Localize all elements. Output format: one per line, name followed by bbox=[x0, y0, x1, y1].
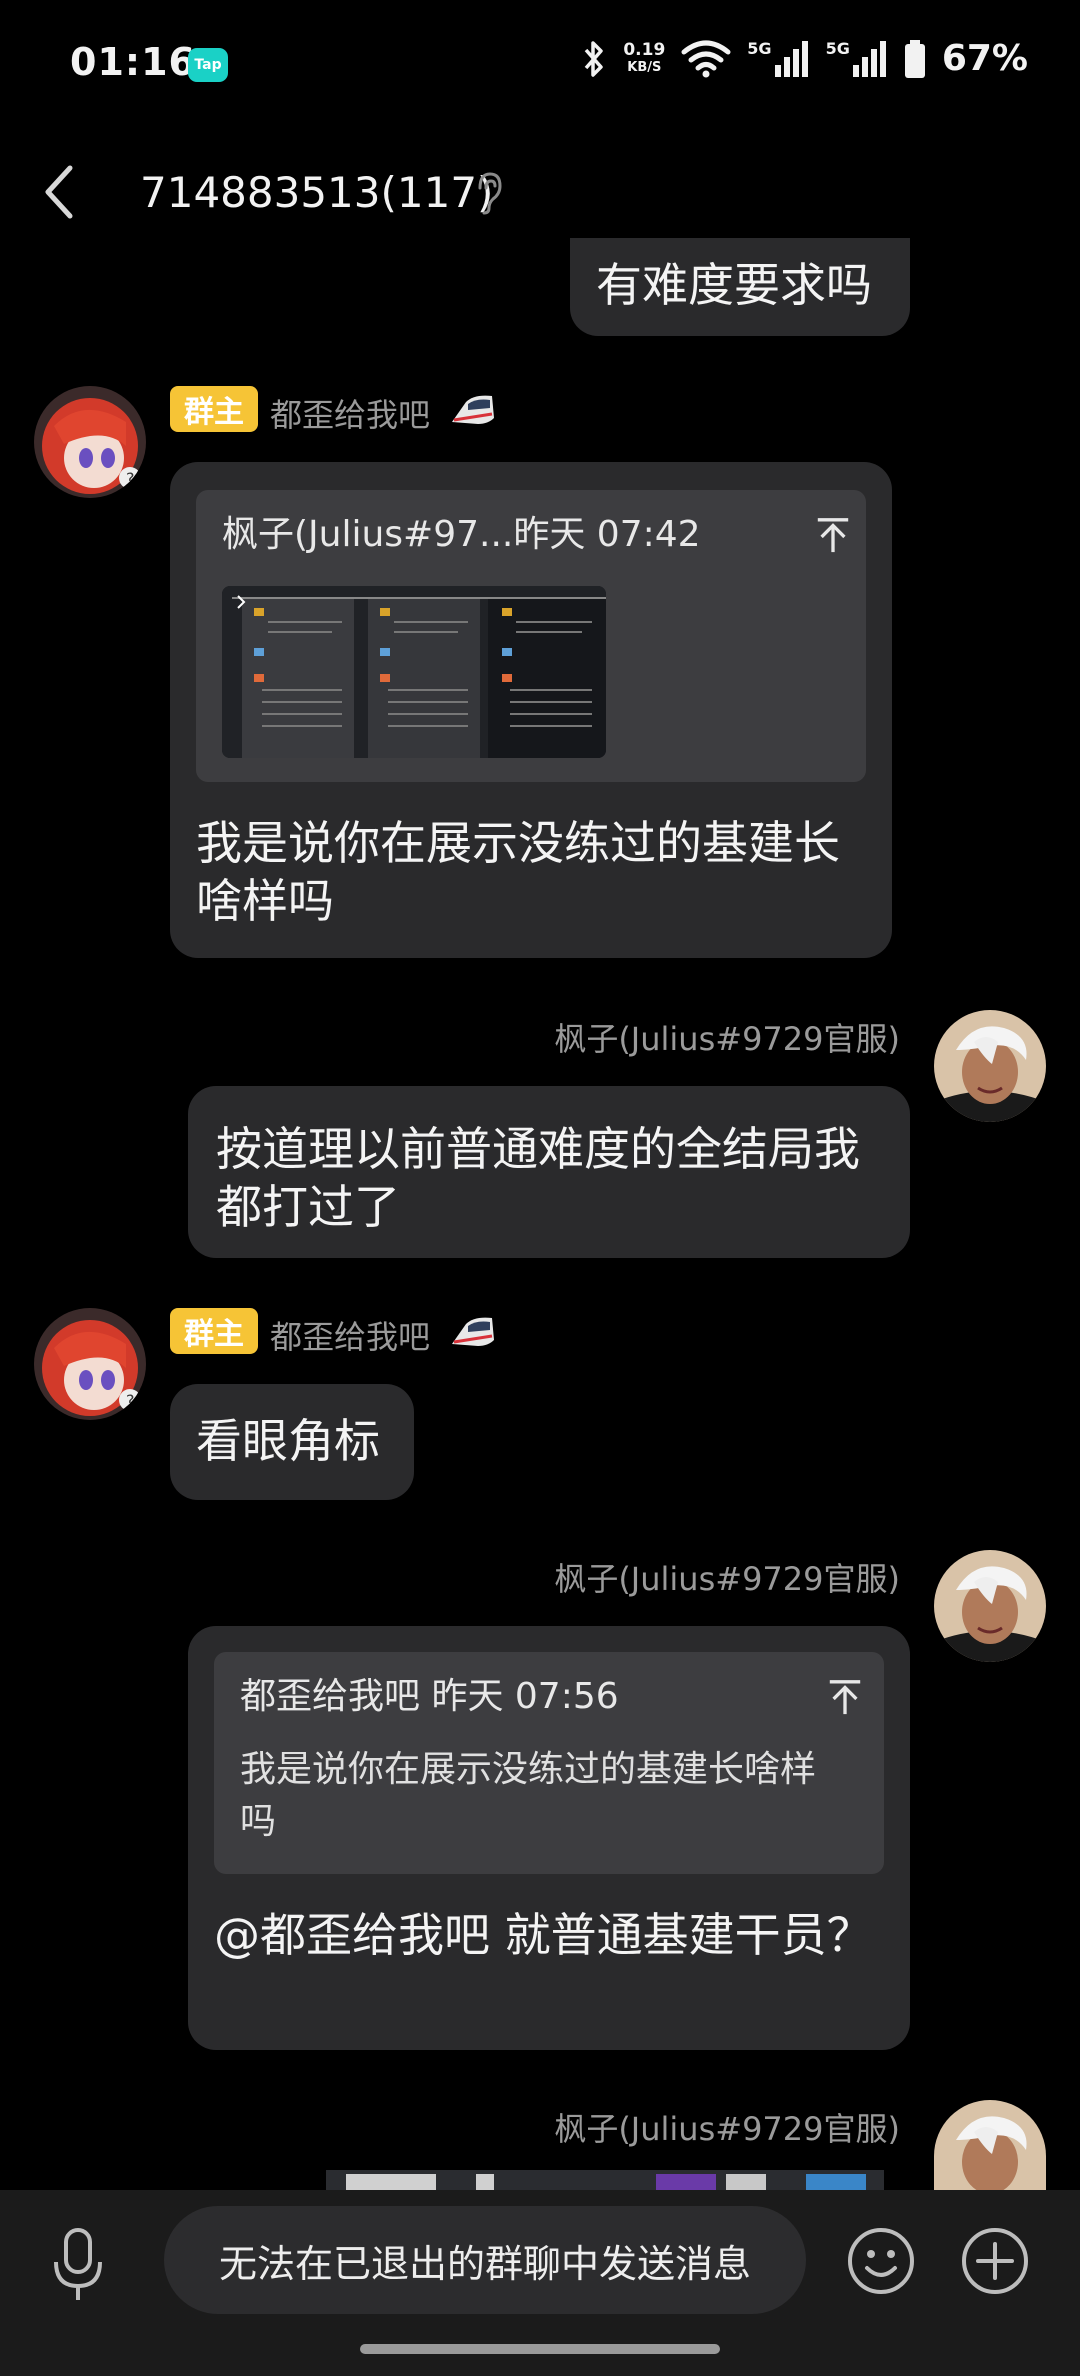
sender-name[interactable]: 枫子(Julius#9729官服) bbox=[554, 1014, 900, 1060]
net-speed-unit: KB/S bbox=[627, 59, 662, 75]
quote-header: 枫子(Julius#97...昨天 07:42 bbox=[222, 514, 701, 555]
avatar-image: ? bbox=[34, 1308, 146, 1420]
sender-name[interactable]: 枫子(Julius#9729官服) bbox=[554, 1554, 900, 1600]
message-bubble[interactable]: 有难度要求吗 bbox=[570, 238, 910, 336]
sender-name[interactable]: 枫子(Julius#9729官服) bbox=[554, 2104, 900, 2150]
message-text: 看眼角标 bbox=[196, 1414, 380, 1468]
battery-icon bbox=[904, 39, 925, 78]
quoted-message[interactable]: 都歪给我吧 昨天 07:56 我是说你在展示没练过的基建长啥样吗 bbox=[214, 1652, 884, 1874]
bluetooth-icon bbox=[585, 40, 604, 77]
group-owner-badge: 群主 bbox=[170, 1308, 258, 1354]
message-bubble[interactable]: 都歪给我吧 昨天 07:56 我是说你在展示没练过的基建长啥样吗 @都歪给我吧 … bbox=[188, 1626, 910, 2050]
avatar[interactable]: ? bbox=[34, 1308, 146, 1420]
net-speed-value: 0.19 bbox=[623, 39, 666, 60]
quote-header: 都歪给我吧 昨天 07:56 bbox=[240, 1676, 619, 1717]
sender-name[interactable]: 都歪给我吧 bbox=[270, 390, 430, 436]
status-time: 01:16 bbox=[70, 40, 196, 84]
message-text: 有难度要求吗 bbox=[596, 258, 872, 312]
message-text: @都歪给我吧 就普通基建干员？ bbox=[214, 1908, 873, 1962]
avatar-image bbox=[934, 2100, 1046, 2190]
mic-icon[interactable] bbox=[50, 2226, 106, 2306]
wifi-icon bbox=[681, 40, 731, 77]
thumbnail-image bbox=[222, 586, 606, 758]
quote-text: 我是说你在展示没练过的基建长啥样吗 bbox=[240, 1749, 817, 1842]
plus-icon[interactable] bbox=[960, 2226, 1030, 2296]
message-bubble[interactable]: 看眼角标 bbox=[170, 1384, 414, 1500]
message-input-disabled: 无法在已退出的群聊中发送消息 bbox=[164, 2206, 806, 2314]
signal-tag-1: 5G bbox=[747, 38, 772, 58]
battery-percent: 67% bbox=[941, 38, 1028, 79]
message-text: 按道理以前普通难度的全结局我都打过了 bbox=[216, 1122, 860, 1234]
avatar[interactable] bbox=[934, 2100, 1046, 2190]
signal-bars-icon bbox=[774, 40, 808, 77]
ear-icon[interactable] bbox=[474, 170, 504, 216]
avatar[interactable] bbox=[934, 1010, 1046, 1122]
jump-to-quote-icon[interactable] bbox=[826, 1678, 864, 1716]
image-preview bbox=[326, 2170, 884, 2190]
avatar-image: ? bbox=[34, 386, 146, 498]
avatar-image bbox=[934, 1010, 1046, 1122]
quoted-message[interactable]: 枫子(Julius#97...昨天 07:42 bbox=[196, 490, 866, 782]
back-arrow-icon[interactable] bbox=[40, 160, 80, 224]
status-icons: 0.19 KB/S 5G 5G 67% bbox=[581, 38, 1028, 79]
message-bubble[interactable]: 按道理以前普通难度的全结局我都打过了 bbox=[188, 1086, 910, 1258]
signal-bars-icon bbox=[852, 40, 886, 77]
jump-to-quote-icon[interactable] bbox=[814, 516, 852, 554]
message-image-preview[interactable] bbox=[326, 2170, 884, 2190]
home-indicator[interactable] bbox=[360, 2344, 720, 2354]
avatar-image bbox=[934, 1550, 1046, 1662]
message-text: 我是说你在展示没练过的基建长啥样吗 bbox=[196, 816, 840, 928]
avatar[interactable]: ? bbox=[34, 386, 146, 498]
avatar[interactable] bbox=[934, 1550, 1046, 1662]
tap-app-icon: Tap bbox=[188, 48, 228, 82]
emoji-icon[interactable] bbox=[846, 2226, 916, 2296]
train-icon bbox=[452, 395, 494, 424]
signal-tag-2: 5G bbox=[825, 38, 850, 58]
chat-title[interactable]: 714883513(117) bbox=[140, 168, 493, 217]
signal-1: 5G bbox=[747, 39, 809, 79]
net-speed: 0.19 KB/S bbox=[623, 39, 666, 76]
sender-name[interactable]: 都歪给我吧 bbox=[270, 1312, 430, 1358]
signal-2: 5G bbox=[826, 39, 888, 79]
svg-text:?: ? bbox=[126, 469, 135, 488]
svg-text:?: ? bbox=[126, 1391, 135, 1410]
train-icon bbox=[452, 1317, 494, 1346]
message-bubble[interactable]: 枫子(Julius#97...昨天 07:42 我是说你在展示没练过的基建长啥样… bbox=[170, 462, 892, 958]
group-owner-badge: 群主 bbox=[170, 386, 258, 432]
quoted-screenshot-thumbnail[interactable] bbox=[222, 586, 606, 758]
